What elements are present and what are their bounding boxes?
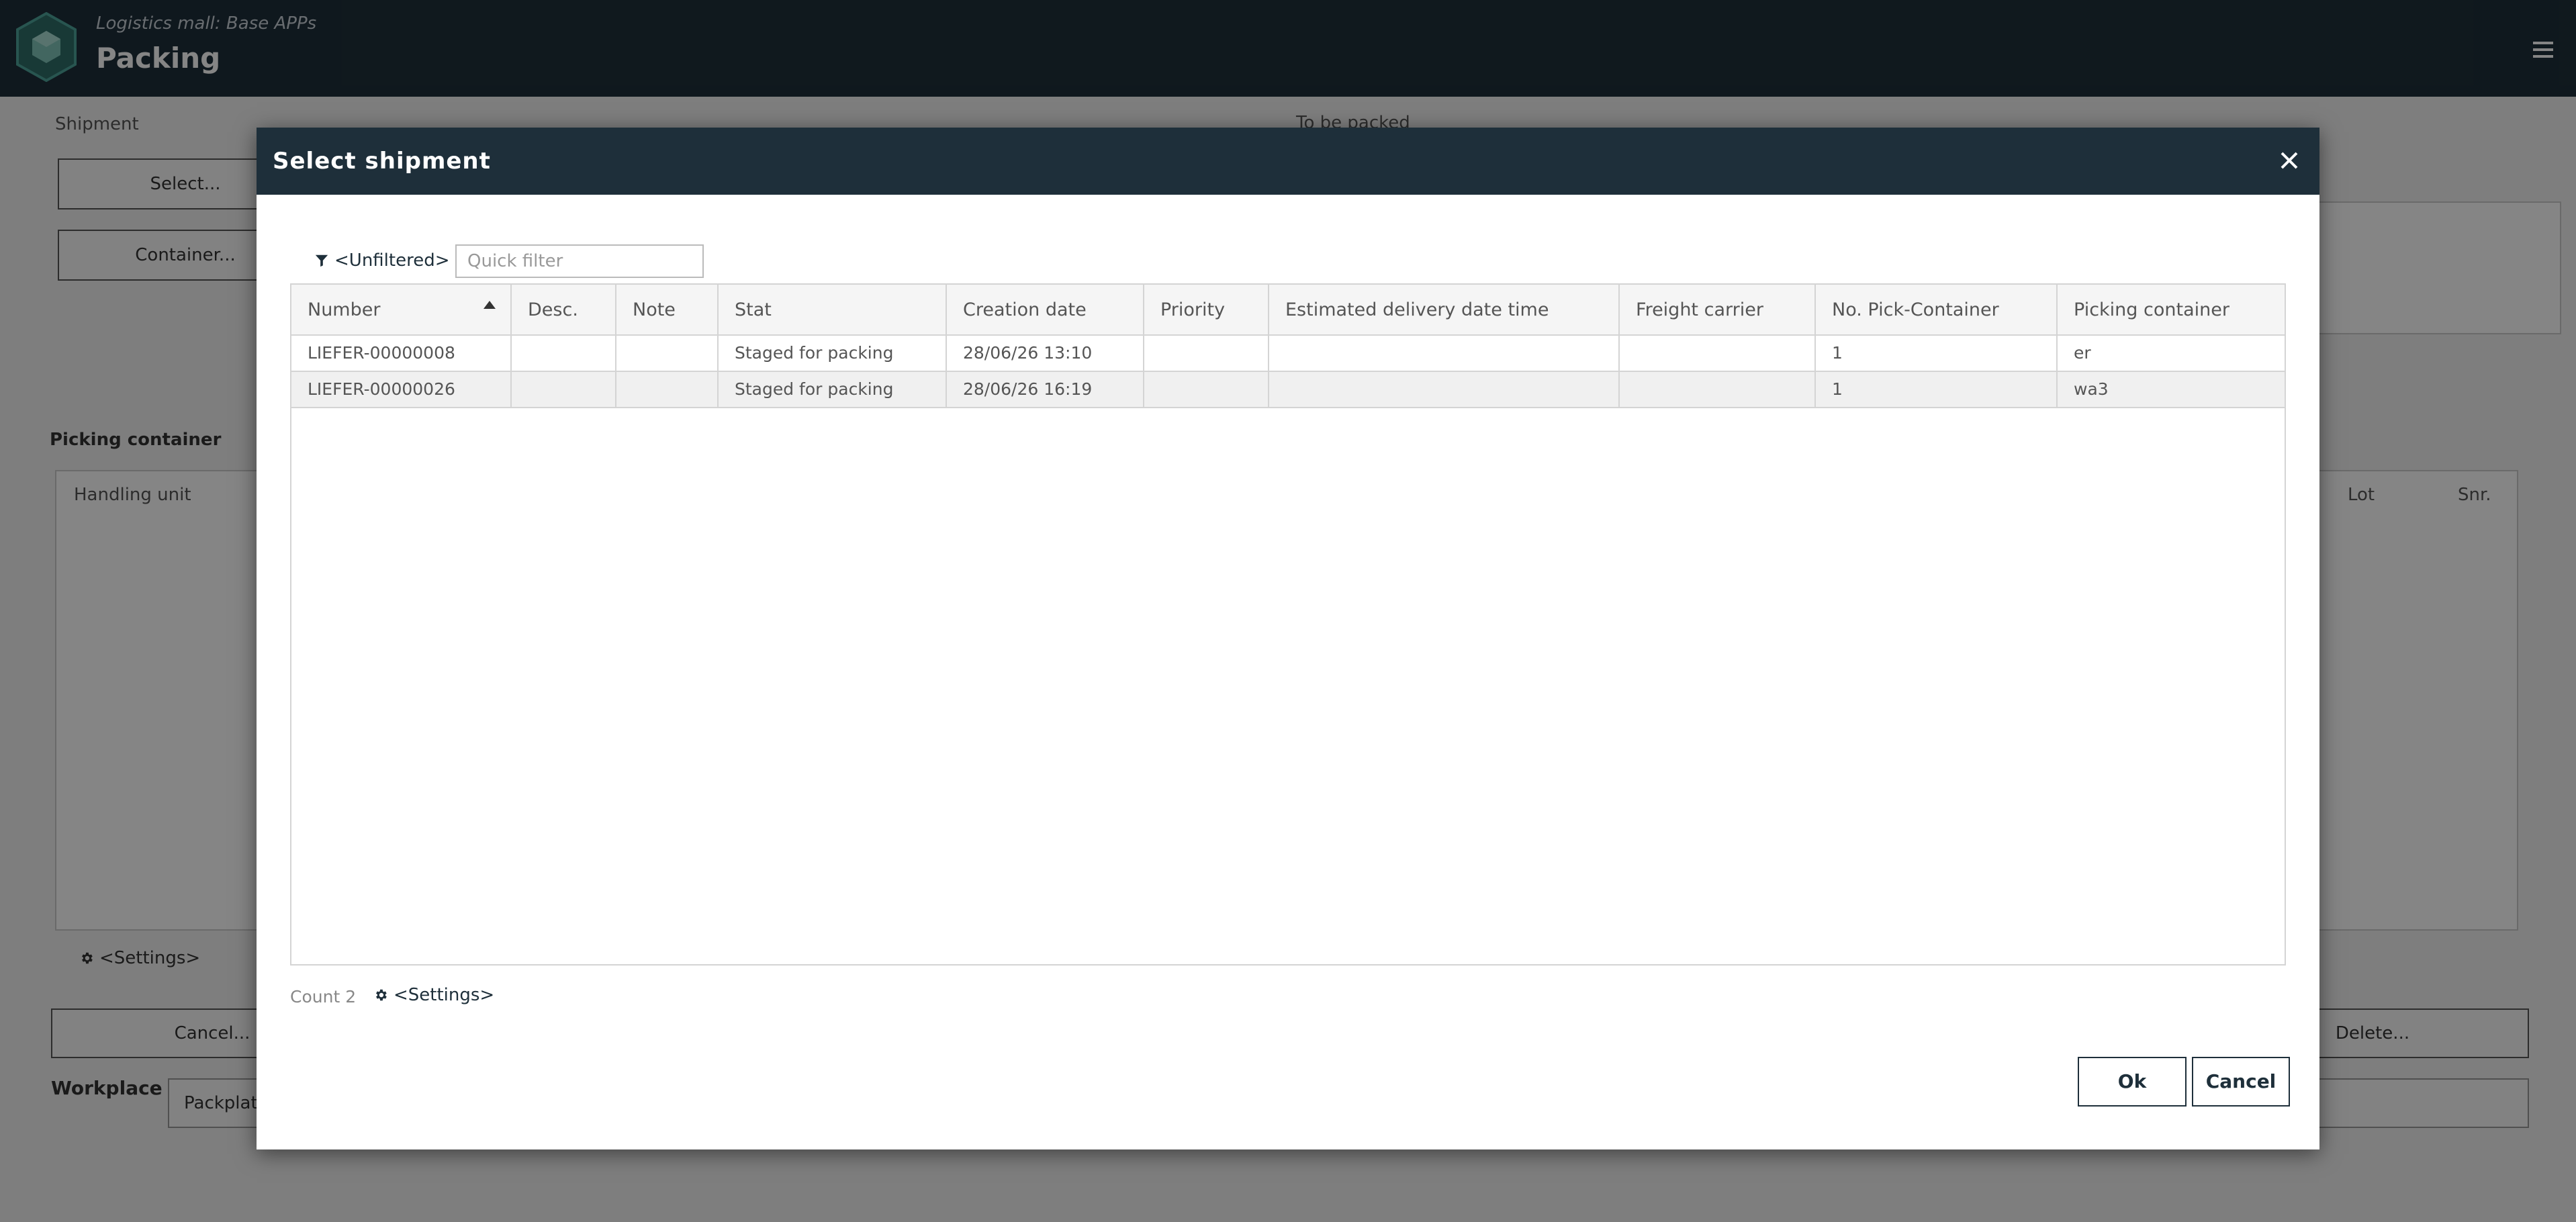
filter-funnel-icon — [315, 254, 328, 267]
dialog-title: Select shipment — [273, 148, 491, 175]
close-icon[interactable] — [2279, 150, 2299, 171]
cell-note — [616, 372, 719, 407]
cell-note — [616, 336, 719, 371]
gear-icon — [376, 989, 387, 1001]
cell-number: LIEFER-00000008 — [291, 336, 512, 371]
column-header-stat[interactable]: Stat — [719, 285, 947, 336]
column-header-note[interactable]: Note — [616, 285, 719, 336]
cell-stat: Staged for packing — [719, 336, 947, 371]
column-header-no-pick-container[interactable]: No. Pick-Container — [1816, 285, 2058, 336]
cancel-button[interactable]: Cancel — [2192, 1057, 2290, 1107]
column-header-number[interactable]: Number — [291, 285, 512, 336]
cell-freight-carrier — [1620, 372, 1816, 407]
table-header: Number Desc. Note Stat Creation date Pri… — [291, 285, 2285, 336]
cell-priority — [1144, 372, 1269, 407]
settings-label: <Settings> — [394, 985, 495, 1005]
cell-creation-date: 28/06/26 13:10 — [947, 336, 1144, 371]
column-header-estimated-delivery[interactable]: Estimated delivery date time — [1269, 285, 1620, 336]
cell-priority — [1144, 336, 1269, 371]
table-row[interactable]: LIEFER-00000026 Staged for packing 28/06… — [291, 372, 2285, 408]
cell-creation-date: 28/06/26 16:19 — [947, 372, 1144, 407]
row-count: Count 2 — [290, 987, 357, 1006]
dialog-header: Select shipment — [257, 128, 2319, 195]
filter-label: <Unfiltered> — [334, 250, 450, 271]
cell-no-pick-container: 1 — [1816, 336, 2058, 371]
ok-button[interactable]: Ok — [2078, 1057, 2187, 1107]
column-header-picking-container[interactable]: Picking container — [2058, 285, 2285, 336]
table-row[interactable]: LIEFER-00000008 Staged for packing 28/06… — [291, 336, 2285, 372]
select-shipment-dialog: Select shipment <Unfiltered> Number Desc… — [257, 128, 2319, 1149]
cell-freight-carrier — [1620, 336, 1816, 371]
cell-picking-container: er — [2074, 343, 2091, 363]
cell-picking-container: wa3 — [2074, 379, 2109, 399]
column-header-priority[interactable]: Priority — [1144, 285, 1269, 336]
cell-estimated-delivery — [1269, 372, 1620, 407]
cell-number: LIEFER-00000026 — [291, 372, 512, 407]
cell-desc — [512, 336, 616, 371]
cell-stat: Staged for packing — [719, 372, 947, 407]
column-header-freight-carrier[interactable]: Freight carrier — [1620, 285, 1816, 336]
filter-button[interactable]: <Unfiltered> — [314, 248, 450, 273]
column-header-label: Number — [308, 299, 381, 320]
quick-filter-input[interactable] — [455, 244, 704, 278]
sort-ascending-icon — [484, 301, 496, 309]
column-header-creation-date[interactable]: Creation date — [947, 285, 1144, 336]
cell-estimated-delivery — [1269, 336, 1620, 371]
column-header-desc[interactable]: Desc. — [512, 285, 616, 336]
settings-link[interactable]: <Settings> — [373, 985, 494, 1005]
cell-no-pick-container: 1 — [1816, 372, 2058, 407]
cell-desc — [512, 372, 616, 407]
shipment-table: Number Desc. Note Stat Creation date Pri… — [290, 283, 2286, 966]
